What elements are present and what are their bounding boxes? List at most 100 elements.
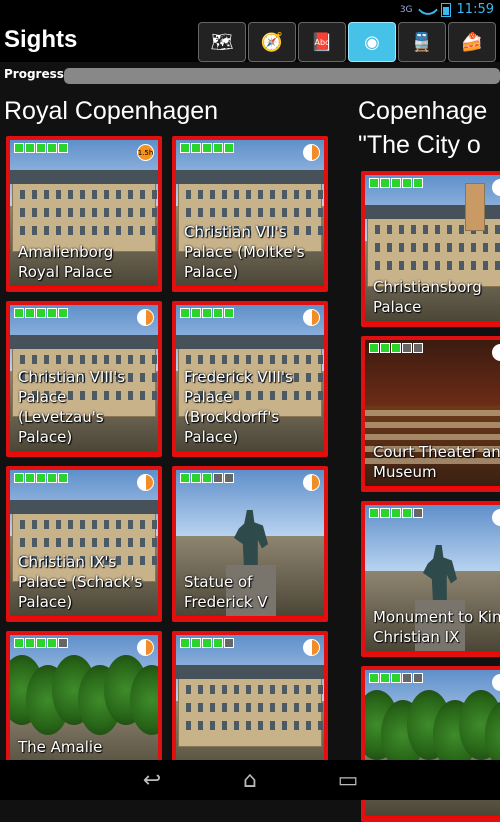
train-icon: 🚆 [410,31,434,53]
time-badge-icon [303,474,320,491]
sight-name: Monument to King Christian IX [373,608,500,646]
toolbar-button-5[interactable]: 🍰 [448,22,496,62]
rating-stars [369,508,423,518]
star-icon [402,508,412,518]
star-icon [191,638,201,648]
star-icon [14,143,24,153]
sight-name: Christiansborg Palace [373,278,482,316]
navigation-bar: ↩ ⌂ ▭ [0,760,500,800]
star-icon [25,473,35,483]
star-icon [413,508,423,518]
star-icon [25,638,35,648]
star-icon [180,638,190,648]
progress-bar [64,68,500,84]
map-icon: 🗺 [210,31,234,53]
status-icons: 3G 11:59 [399,0,494,20]
star-icon [391,508,401,518]
star-icon [391,673,401,683]
sight-card[interactable]: Christian VII's Palace (Moltke's Palace) [172,136,328,292]
sight-name: Frederick VIII's Palace (Brockdorff's Pa… [184,368,293,446]
sight-card[interactable]: 1.5h Amalienborg Royal Palace [6,136,162,292]
star-icon [14,473,24,483]
time-badge-icon [137,639,154,656]
star-icon [14,638,24,648]
toolbar-button-3[interactable]: ◉ [348,22,396,62]
star-icon [391,343,401,353]
sight-card[interactable]: Monument to King Christian IX [361,501,500,657]
star-icon [14,308,24,318]
star-icon [213,143,223,153]
rating-stars [369,178,423,188]
star-icon [413,673,423,683]
time-badge-icon: 1.5h [137,144,154,161]
rating-stars [180,143,234,153]
star-icon [213,638,223,648]
rating-stars [14,473,68,483]
time-badge-icon [303,309,320,326]
toolbar-button-2[interactable]: 📕 Abc [298,22,346,62]
star-icon [224,143,234,153]
star-icon [380,343,390,353]
star-icon [369,508,379,518]
back-icon[interactable]: ↩ [129,768,175,793]
toolbar-button-4[interactable]: 🚆 [398,22,446,62]
star-icon [413,178,423,188]
star-icon [402,673,412,683]
star-icon [224,638,234,648]
star-icon [47,638,57,648]
progress-row: Progress [0,64,500,88]
section-title-copenhagen: Copenhage "The City o [358,97,488,159]
time-badge-icon [303,639,320,656]
star-icon [213,308,223,318]
star-icon [191,308,201,318]
star-icon [380,673,390,683]
star-icon [213,473,223,483]
star-icon [36,638,46,648]
star-icon [380,508,390,518]
star-icon [369,673,379,683]
sight-name: Statue of Frederick V [184,573,268,611]
sight-card[interactable]: Christian IX's Palace (Schack's Palace) [6,466,162,622]
sight-card[interactable]: Christian VIII's Palace (Levetzau's Pala… [6,301,162,457]
star-icon [180,473,190,483]
sight-card[interactable]: Frederick VIII's Palace (Brockdorff's Pa… [172,301,328,457]
action-bar: Sights 🗺 🧭 📕 Abc ◉ 🚆 🍰 [0,20,500,62]
sight-card[interactable]: Christiansborg Palace [361,171,500,327]
signal-type: 3G [399,4,413,15]
toolbar: 🗺 🧭 📕 Abc ◉ 🚆 🍰 [198,22,496,62]
star-icon [180,143,190,153]
toolbar-button-0[interactable]: 🗺 [198,22,246,62]
rating-stars [369,343,423,353]
section-title-royal-copenhagen: Royal Copenhagen [4,97,219,125]
sight-card[interactable]: Statue of Frederick V [172,466,328,622]
star-icon [202,638,212,648]
star-icon [202,308,212,318]
star-icon [413,343,423,353]
star-icon [58,473,68,483]
time-badge-icon [303,144,320,161]
star-icon [391,178,401,188]
sight-name: Christian IX's Palace (Schack's Palace) [18,553,143,611]
rating-stars [180,638,234,648]
star-icon [47,473,57,483]
rating-stars [14,143,68,153]
guide-icon: 🧭 [260,31,284,53]
star-icon [180,308,190,318]
sight-card[interactable]: Court Theater and Museum [361,336,500,492]
star-icon [47,308,57,318]
recent-apps-icon[interactable]: ▭ [325,768,371,793]
star-icon [202,473,212,483]
star-icon [369,343,379,353]
sight-name: Christian VII's Palace (Moltke's Palace) [184,223,305,281]
home-icon[interactable]: ⌂ [227,768,273,793]
star-icon [58,308,68,318]
star-icon [58,143,68,153]
food-icon: 🍰 [460,31,484,53]
rating-stars [180,473,234,483]
star-icon [36,143,46,153]
star-icon [202,143,212,153]
star-icon [191,143,201,153]
star-icon [402,343,412,353]
toolbar-button-1[interactable]: 🧭 [248,22,296,62]
rating-stars [369,673,423,683]
